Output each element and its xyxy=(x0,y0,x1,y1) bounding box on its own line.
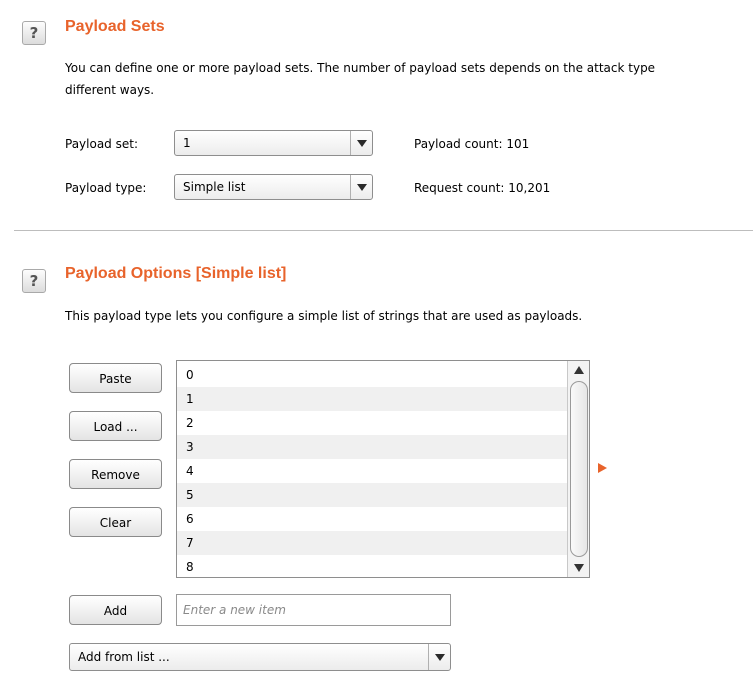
payload-sets-title: Payload Sets xyxy=(65,18,165,35)
payload-sets-description-line2: different ways. xyxy=(65,83,155,97)
paste-button[interactable]: Paste xyxy=(69,363,162,393)
scroll-down-arrow-icon[interactable] xyxy=(568,559,589,577)
payload-options-description: This payload type lets you configure a s… xyxy=(65,309,583,323)
payload-set-select[interactable]: 1 xyxy=(174,130,373,156)
new-item-input[interactable]: Enter a new item xyxy=(176,594,451,626)
payload-list[interactable]: 0 1 2 3 4 5 6 7 8 xyxy=(176,360,590,578)
payload-type-select[interactable]: Simple list xyxy=(174,174,373,200)
list-item[interactable]: 5 xyxy=(177,483,567,507)
chevron-down-icon xyxy=(350,131,372,155)
chevron-down-icon xyxy=(428,644,450,670)
list-item[interactable]: 7 xyxy=(177,531,567,555)
payload-options-title: Payload Options [Simple list] xyxy=(65,265,287,282)
scroll-up-arrow-icon[interactable] xyxy=(568,361,589,379)
list-item[interactable]: 8 xyxy=(177,555,567,577)
remove-button[interactable]: Remove xyxy=(69,459,162,489)
add-button[interactable]: Add xyxy=(69,595,162,625)
payload-count: Payload count: 101 xyxy=(414,137,530,151)
payload-sets-help-icon[interactable]: ? xyxy=(22,21,46,45)
payload-options-help-icon[interactable]: ? xyxy=(22,269,46,293)
list-item[interactable]: 0 xyxy=(177,363,567,387)
clear-button[interactable]: Clear xyxy=(69,507,162,537)
payload-set-value: 1 xyxy=(183,136,191,150)
list-item[interactable]: 4 xyxy=(177,459,567,483)
payload-type-label: Payload type: xyxy=(65,181,147,195)
expand-arrow-icon[interactable] xyxy=(598,463,607,473)
payload-sets-description-line1: You can define one or more payload sets.… xyxy=(65,61,656,75)
add-from-list-select[interactable]: Add from list ... xyxy=(69,643,451,671)
payload-list-rows: 0 1 2 3 4 5 6 7 8 xyxy=(177,363,567,577)
add-from-list-value: Add from list ... xyxy=(78,650,170,664)
load-button[interactable]: Load ... xyxy=(69,411,162,441)
payload-type-value: Simple list xyxy=(183,180,246,194)
list-item[interactable]: 3 xyxy=(177,435,567,459)
request-count: Request count: 10,201 xyxy=(414,181,551,195)
list-item[interactable]: 6 xyxy=(177,507,567,531)
scrollbar-thumb[interactable] xyxy=(570,381,588,557)
payload-set-label: Payload set: xyxy=(65,137,138,151)
list-item[interactable]: 2 xyxy=(177,411,567,435)
section-divider xyxy=(14,230,753,231)
chevron-down-icon xyxy=(350,175,372,199)
list-scrollbar[interactable] xyxy=(567,361,589,577)
list-item[interactable]: 1 xyxy=(177,387,567,411)
